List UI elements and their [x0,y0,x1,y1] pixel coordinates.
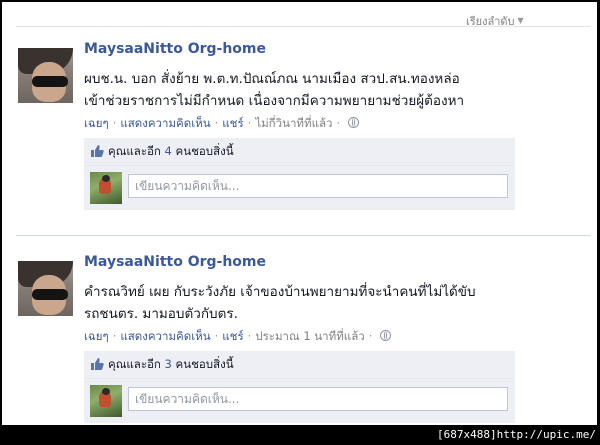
thumbs-up-icon [91,145,104,157]
likes-bar: คุณและอีก 3 คนชอบสิ่งนี้ [84,351,515,379]
likes-prefix: คุณและอีก [108,144,161,158]
message-line: เข้าช่วยราชการไม่มีกำหนด เนื่องจากมีความ… [84,93,465,109]
globe-icon[interactable] [348,117,360,128]
comment-input[interactable]: เขียนความคิดเห็น... [128,387,508,411]
separator-dot: · [214,329,219,343]
thumbs-up-icon [91,358,104,370]
timestamp[interactable]: ประมาณ 1 นาทีที่แล้ว [255,329,364,343]
share-link[interactable]: แชร์ [222,329,243,343]
comment-link[interactable]: แสดงความคิดเห็น [120,329,210,343]
separator-dot: · [112,329,117,343]
likes-suffix: คนชอบสิ่งนี้ [175,357,234,371]
commenter-avatar [90,172,122,204]
divider [16,26,591,27]
separator-dot: · [368,329,373,343]
story-actions: เฉยๆ · แสดงความคิดเห็น · แชร์ · ไม่กี่วินาทีที… [84,115,360,133]
like-link[interactable]: เฉยๆ [84,116,109,130]
watermark-text: [687x488]http://upic.me/ [437,428,596,441]
likes-prefix: คุณและอีก [108,357,161,371]
likes-suffix: คนชอบสิ่งนี้ [175,144,234,158]
story-message: ผบช.น. บอก สั่งย้าย พ.ต.ท.ปัณณ์ภณ นามเมื… [84,68,574,112]
separator-dot: · [247,329,252,343]
author-name[interactable]: MaysaaNitto Org-home [84,41,266,57]
likes-count[interactable]: 4 [165,144,172,158]
likes-count[interactable]: 3 [165,357,172,371]
story-actions: เฉยๆ · แสดงความคิดเห็น · แชร์ · ประมาณ 1 นาทีท… [84,328,392,346]
separator-dot: · [247,116,252,130]
story-divider [16,235,591,236]
separator-dot: · [112,116,117,130]
like-link[interactable]: เฉยๆ [84,329,109,343]
comment-composer: เขียนความคิดเห็น... [84,379,515,423]
timestamp[interactable]: ไม่กี่วินาทีที่แล้ว [255,116,332,130]
separator-dot: · [214,116,219,130]
likes-bar: คุณและอีก 4 คนชอบสิ่งนี้ [84,138,515,166]
share-link[interactable]: แชร์ [222,116,243,130]
message-line: รถชนตร. มามอบตัวกับตร. [84,306,238,322]
separator-dot: · [336,116,341,130]
avatar[interactable] [18,261,73,316]
comment-input[interactable]: เขียนความคิดเห็น... [128,174,508,198]
avatar[interactable] [18,48,73,103]
globe-icon[interactable] [380,330,392,341]
watermark-bar: [687x488]http://upic.me/ [0,425,600,445]
author-name[interactable]: MaysaaNitto Org-home [84,254,266,270]
message-line: คำรณวิทย์ เผย กับระวังภัย เจ้าของบ้านพยา… [84,284,476,300]
news-feed: เรียงลำดับ ▼ MaysaaNitto Org-home ผบช.น. … [2,2,597,425]
message-line: ผบช.น. บอก สั่งย้าย พ.ต.ท.ปัณณ์ภณ นามเมื… [84,71,460,87]
comment-link[interactable]: แสดงความคิดเห็น [120,116,210,130]
sort-menu[interactable]: เรียงลำดับ ▼ [466,12,524,30]
commenter-avatar [90,385,122,417]
story-message: คำรณวิทย์ เผย กับระวังภัย เจ้าของบ้านพยา… [84,281,574,325]
comment-composer: เขียนความคิดเห็น... [84,166,515,210]
caret-down-icon: ▼ [517,16,524,25]
